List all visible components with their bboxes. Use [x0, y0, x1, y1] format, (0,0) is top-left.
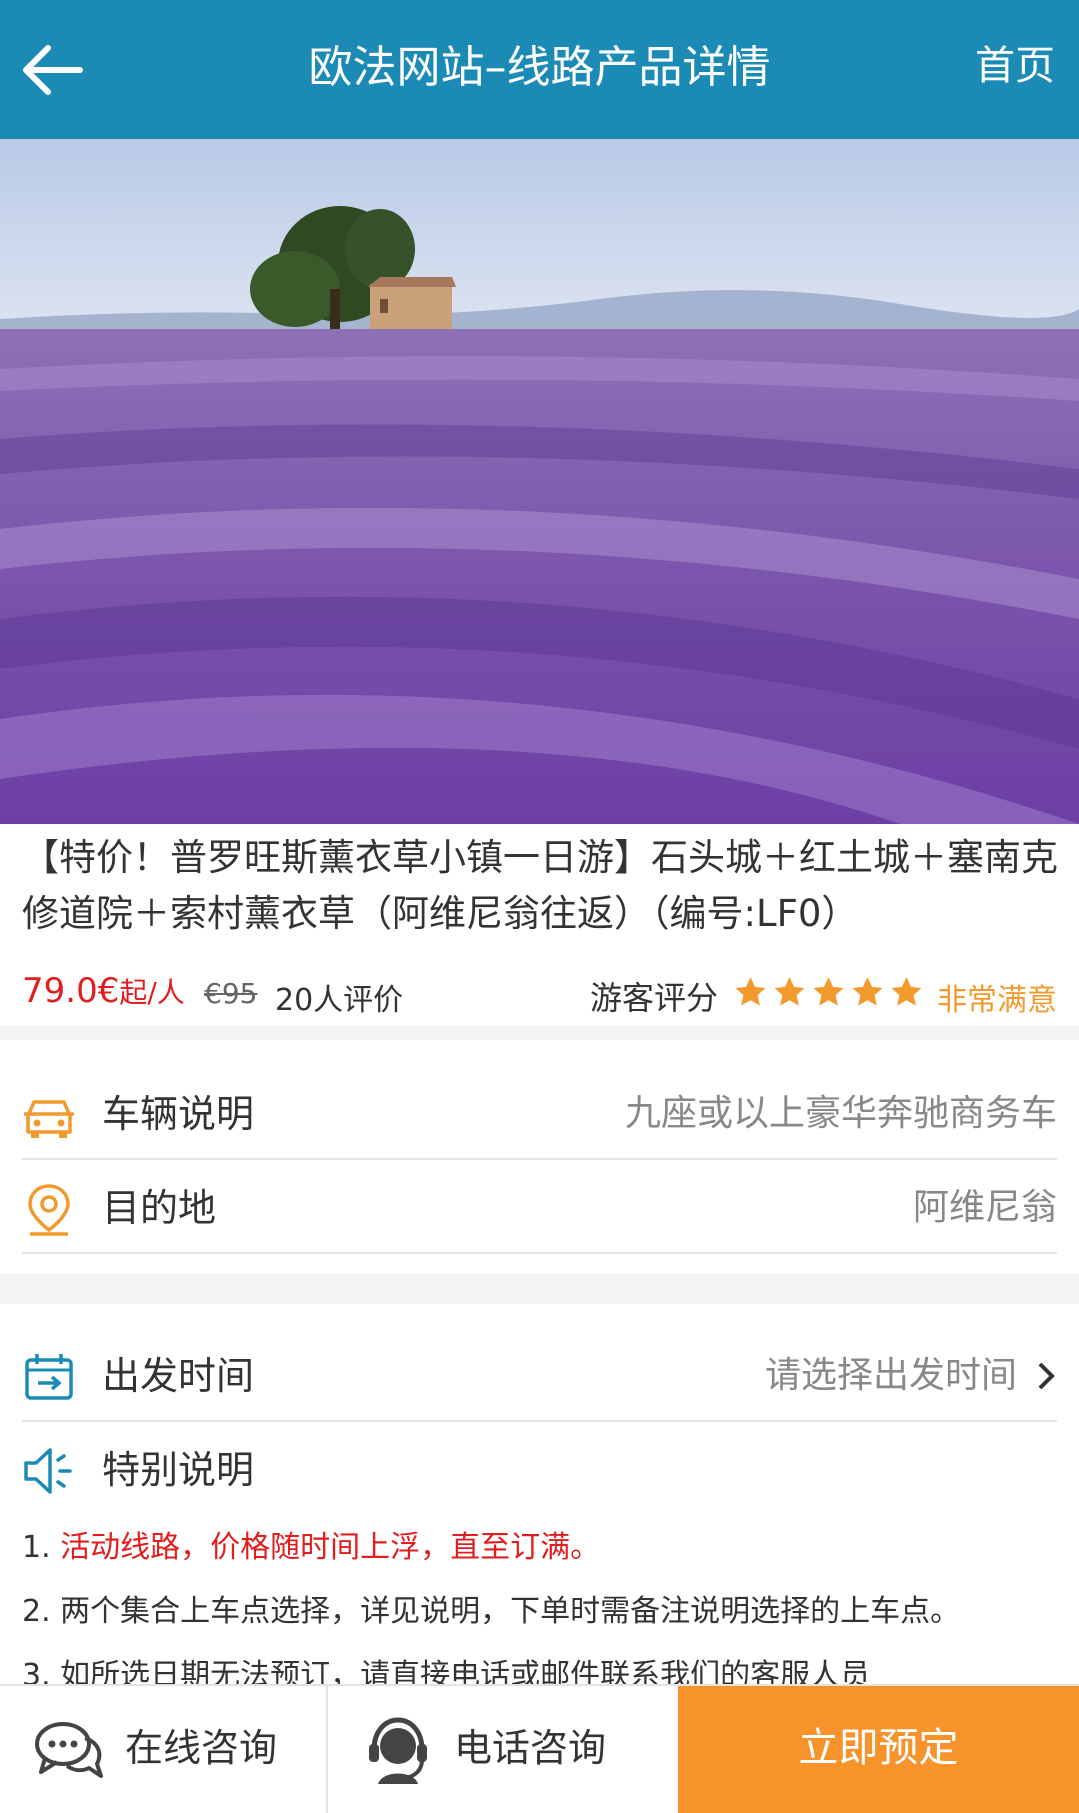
chevron-right-icon [1035, 1360, 1057, 1392]
rating-label: 游客评分 [590, 979, 719, 1017]
departure-time-row[interactable]: 出发时间 请选择出发时间 [22, 1330, 1057, 1422]
special-notes-list: 1. 活动线路，价格随时间上浮，直至订满。 2. 两个集合上车点选择，详见说明，… [22, 1516, 1062, 1708]
app-header: 欧法网站–线路产品详情 首页 [0, 0, 1079, 139]
section-divider [0, 1274, 1079, 1304]
book-now-button[interactable]: 立即预定 [678, 1686, 1079, 1813]
star-icon [850, 975, 885, 1010]
section-divider [0, 1026, 1079, 1040]
destination-label: 目的地 [102, 1186, 217, 1230]
destination-info-row: 目的地 阿维尼翁 [22, 1162, 1057, 1254]
vehicle-value: 九座或以上豪华奔驰商务车 [624, 1093, 1057, 1134]
departure-label: 出发时间 [102, 1354, 255, 1398]
list-item: 1. 活动线路，价格随时间上浮，直至订满。 [22, 1530, 601, 1565]
book-now-label: 立即预定 [798, 1725, 959, 1771]
speaker-icon [22, 1444, 76, 1498]
price: 79.0€起/人 [22, 971, 185, 1011]
online-consult-button[interactable]: 在线咨询 [0, 1686, 328, 1813]
lavender-field-photo [0, 139, 1079, 824]
phone-consult-button[interactable]: 电话咨询 [328, 1686, 678, 1813]
price-rating-row: 79.0€起/人 €95 20人评价 游客评分 非常满意 [0, 965, 1079, 1025]
special-notes-header: 特别说明 [22, 1424, 1057, 1516]
product-title: 【特价！普罗旺斯薰衣草小镇一日游】石头城＋红土城＋塞南克修道院＋索村薰衣草（阿维… [22, 836, 1058, 935]
price-unit: 起/人 [119, 976, 185, 1009]
product-hero-image [0, 139, 1079, 824]
star-icon [889, 975, 924, 1010]
price-value: 79.0€ [22, 971, 120, 1011]
car-icon [22, 1088, 76, 1142]
online-consult-label: 在线咨询 [125, 1726, 278, 1770]
departure-value[interactable]: 请选择出发时间 [765, 1330, 1017, 1422]
page-title: 欧法网站–线路产品详情 [308, 42, 771, 93]
rating-stars [733, 975, 924, 1015]
star-icon [772, 975, 807, 1010]
rating-text: 非常满意 [937, 983, 1057, 1018]
list-item: 2. 两个集合上车点选择，详见说明，下单时需备注说明选择的上车点。 [22, 1594, 961, 1629]
vehicle-info-row: 车辆说明 九座或以上豪华奔驰商务车 [22, 1068, 1057, 1160]
destination-value: 阿维尼翁 [912, 1187, 1057, 1228]
location-pin-icon [22, 1182, 76, 1236]
calendar-icon [22, 1350, 76, 1404]
star-icon [811, 975, 846, 1010]
original-price: €95 [204, 977, 258, 1010]
home-link[interactable]: 首页 [975, 0, 1055, 139]
headset-icon [364, 1716, 436, 1786]
chat-bubbles-icon [33, 1716, 105, 1786]
bottom-action-bar: 在线咨询 电话咨询 立即预定 [0, 1684, 1079, 1813]
special-notes-label: 特别说明 [102, 1448, 255, 1492]
vehicle-label: 车辆说明 [102, 1092, 255, 1136]
star-icon [733, 975, 768, 1010]
phone-consult-label: 电话咨询 [454, 1726, 607, 1770]
review-count[interactable]: 20人评价 [275, 975, 403, 1019]
